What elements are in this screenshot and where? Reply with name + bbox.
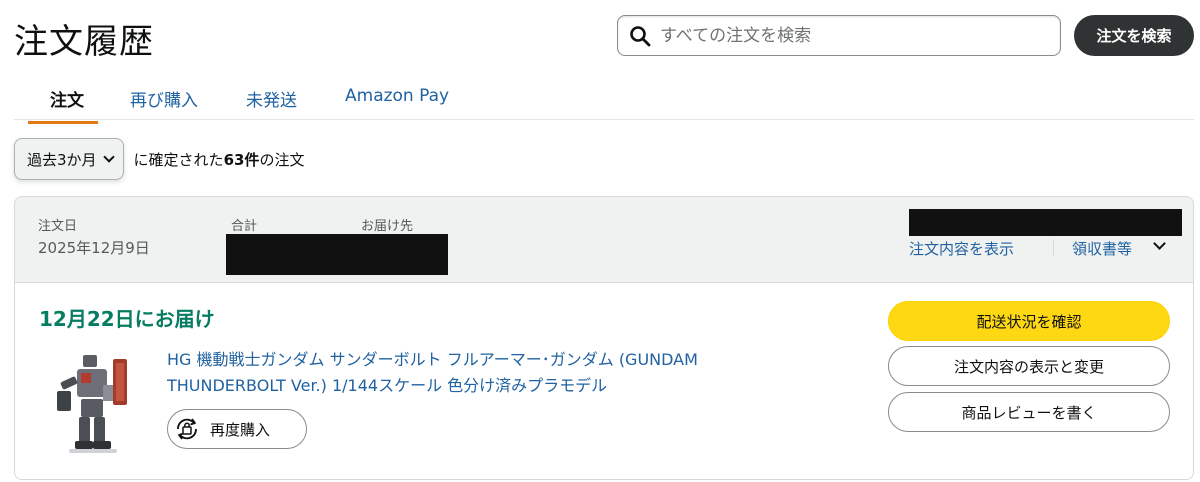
order-count-summary: に確定された63件の注文 [134, 149, 305, 170]
summary-suffix: の注文 [259, 150, 305, 169]
redacted-order-number [909, 209, 1182, 236]
buy-again-icon [172, 414, 202, 444]
view-order-details-link[interactable]: 注文内容を表示 [909, 238, 1014, 259]
tab-amazon-pay[interactable]: Amazon Pay [345, 86, 449, 116]
order-date-value: 2025年12月9日 [38, 239, 150, 257]
search-box[interactable] [617, 15, 1061, 56]
period-select[interactable]: 過去3か月 [14, 138, 124, 180]
header-divider [1053, 239, 1054, 257]
order-date-label: 注文日 [38, 219, 78, 234]
page-title: 注文履歴 [14, 22, 154, 62]
search-orders-button[interactable]: 注文を検索 [1074, 15, 1194, 56]
product-image[interactable] [53, 349, 135, 455]
summary-prefix: に確定された [133, 150, 224, 169]
buy-again-button[interactable]: 再度購入 [167, 409, 307, 449]
product-title-link[interactable]: HG 機動戦士ガンダム サンダーボルト フルアーマー･ガンダム (GUNDAM … [167, 347, 797, 399]
delivery-status: 12月22日にお届け [39, 307, 215, 331]
chevron-down-icon [102, 151, 115, 163]
receipt-link[interactable]: 領収書等 [1072, 238, 1132, 259]
search-icon [628, 24, 652, 48]
chevron-down-icon[interactable] [1153, 237, 1166, 250]
order-card: 注文日 2025年12月9日 合計 お届け先 注文内容を表示 領収書等 12月2… [14, 196, 1194, 480]
tab-orders[interactable]: 注文 [28, 86, 98, 124]
track-package-button[interactable]: 配送状況を確認 [888, 301, 1170, 341]
write-review-button[interactable]: 商品レビューを書く [888, 392, 1170, 432]
view-edit-order-button[interactable]: 注文内容の表示と変更 [888, 346, 1170, 386]
period-select-value: 過去3か月 [27, 150, 97, 169]
order-header: 注文日 2025年12月9日 合計 お届け先 注文内容を表示 領収書等 [15, 197, 1193, 283]
tab-not-shipped[interactable]: 未発送 [246, 86, 297, 121]
redacted-total-shipto [226, 234, 448, 275]
order-count: 63件 [223, 150, 260, 169]
order-total-label: 合計 [231, 219, 258, 234]
search-input[interactable] [660, 25, 1040, 46]
buy-again-label: 再度購入 [210, 420, 271, 439]
order-filter: 過去3か月 に確定された63件の注文 [14, 138, 304, 180]
ship-to-label: お届け先 [361, 219, 414, 234]
tab-buy-again[interactable]: 再び購入 [130, 86, 198, 121]
order-tabs: 注文 再び購入 未発送 Amazon Pay [14, 82, 1194, 124]
